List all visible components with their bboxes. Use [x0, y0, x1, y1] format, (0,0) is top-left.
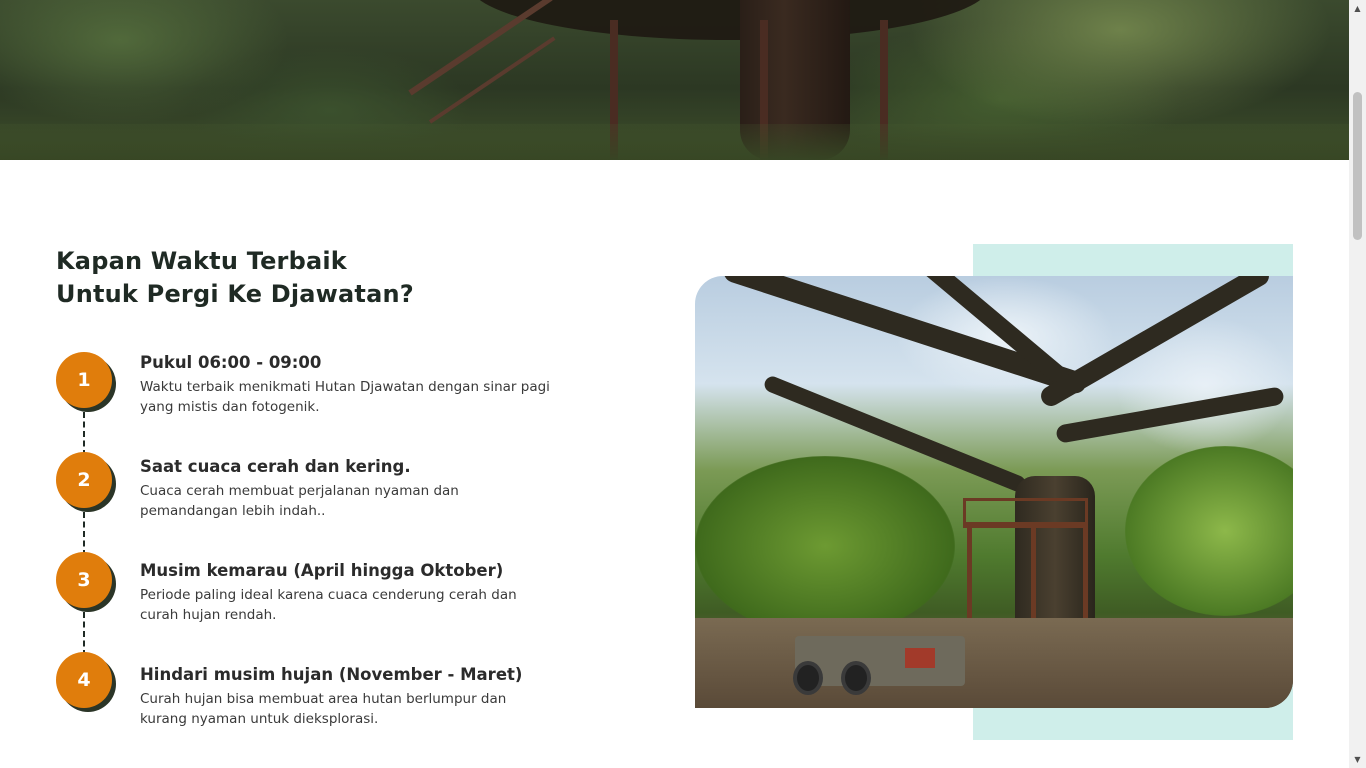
hero-ground	[0, 124, 1349, 160]
step-title: Saat cuaca cerah dan kering.	[140, 457, 411, 476]
treehouse-photo	[695, 276, 1293, 708]
photo-foliage	[695, 456, 955, 636]
hero-stair	[428, 36, 556, 124]
heading-line-2: Untuk Pergi Ke Djawatan?	[56, 280, 414, 308]
step-number: 3	[56, 552, 112, 608]
scrollbar-thumb[interactable]	[1353, 92, 1362, 240]
step-number: 4	[56, 652, 112, 708]
photo-foliage	[1125, 446, 1293, 616]
hero-banner-image	[0, 0, 1349, 160]
page-scrollbar[interactable]: ▲ ▼	[1349, 0, 1366, 768]
timeline-connector	[83, 512, 85, 556]
heading-line-1: Kapan Waktu Terbaik	[56, 247, 347, 275]
hero-canopy	[470, 0, 990, 40]
step-description: Waktu terbaik menikmati Hutan Djawatan d…	[140, 379, 550, 415]
hero-stair	[408, 0, 553, 96]
step-number-badge: 3	[56, 552, 116, 612]
step-description: Curah hujan bisa membuat area hutan berl…	[140, 691, 507, 727]
step-description: Periode paling ideal karena cuaca cender…	[140, 587, 517, 623]
photo-ground	[695, 618, 1293, 708]
step-title: Pukul 06:00 - 09:00	[140, 353, 322, 372]
timeline-connector	[83, 412, 85, 456]
photo-wheel	[841, 661, 871, 695]
photo-treehouse-deck	[963, 498, 1088, 528]
timeline-step: 1 Pukul 06:00 - 09:00 Waktu terbaik meni…	[56, 352, 616, 456]
timeline-step: 4 Hindari musim hujan (November - Maret)…	[56, 652, 616, 742]
photo-wheel	[793, 661, 823, 695]
step-number-badge: 1	[56, 352, 116, 412]
step-description: Cuaca cerah membuat perjalanan nyaman da…	[140, 483, 459, 519]
scroll-down-arrow-icon[interactable]: ▼	[1349, 751, 1366, 768]
timeline-step: 3 Musim kemarau (April hingga Oktober) P…	[56, 552, 616, 656]
scroll-up-arrow-icon[interactable]: ▲	[1349, 0, 1366, 17]
timeline-step: 2 Saat cuaca cerah dan kering. Cuaca cer…	[56, 452, 616, 556]
timeline-connector	[83, 612, 85, 656]
step-number-badge: 4	[56, 652, 116, 712]
step-number: 1	[56, 352, 112, 408]
step-number: 2	[56, 452, 112, 508]
step-title: Musim kemarau (April hingga Oktober)	[140, 561, 504, 580]
section-heading: Kapan Waktu Terbaik Untuk Pergi Ke Djawa…	[56, 245, 576, 311]
photo-vehicle-engine	[905, 648, 935, 668]
step-title: Hindari musim hujan (November - Maret)	[140, 665, 523, 684]
step-number-badge: 2	[56, 452, 116, 512]
